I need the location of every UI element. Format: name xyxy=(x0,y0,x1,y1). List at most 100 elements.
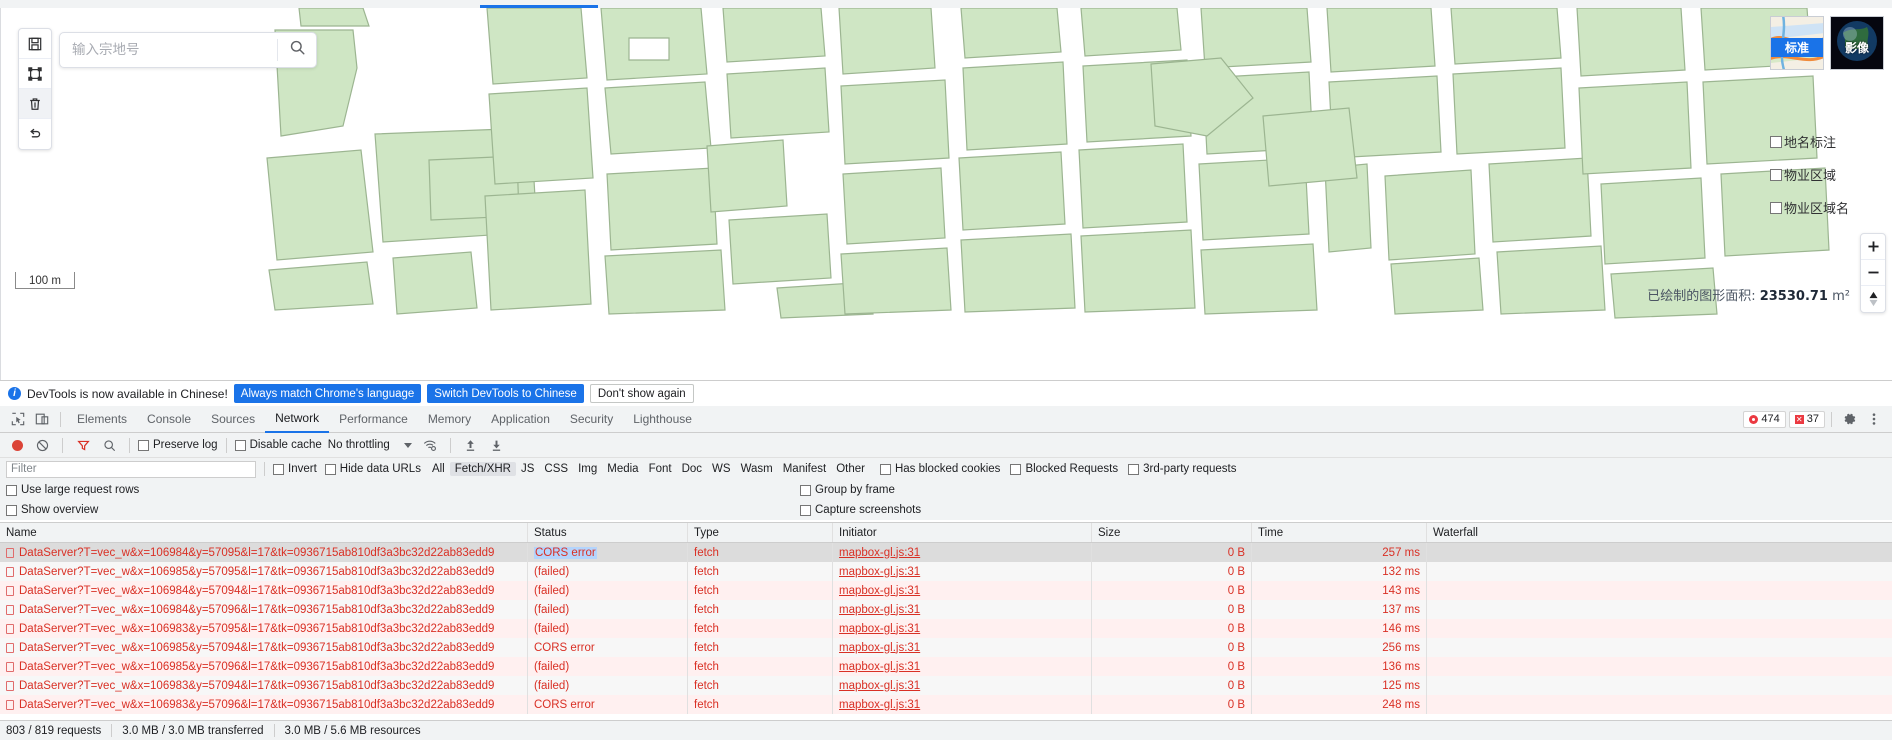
cell-name[interactable]: DataServer?T=vec_w&x=106983&y=57094&l=17… xyxy=(0,676,528,695)
filter-toggle-button[interactable] xyxy=(71,434,95,456)
tab-sources[interactable]: Sources xyxy=(201,406,265,433)
type-filter-media[interactable]: Media xyxy=(602,462,643,476)
record-button[interactable] xyxy=(6,439,28,451)
cell-name[interactable]: DataServer?T=vec_w&x=106985&y=57095&l=17… xyxy=(0,562,528,581)
devtools-tabbar[interactable]: Elements Console Sources Network Perform… xyxy=(0,406,1892,433)
map-layer-panel[interactable]: 标准 影像 地名标注 物业区域 物业区域名 xyxy=(1770,16,1884,217)
type-filter-img[interactable]: Img xyxy=(573,462,602,476)
cell-initiator-text[interactable]: mapbox-gl.js:31 xyxy=(839,585,920,597)
checkbox-box[interactable] xyxy=(138,439,149,451)
network-toolbar[interactable]: Preserve log Disable cache No throttling xyxy=(0,433,1892,458)
cell-name[interactable]: DataServer?T=vec_w&x=106983&y=57095&l=17… xyxy=(0,619,528,638)
clear-button[interactable] xyxy=(30,434,54,456)
tab-lighthouse[interactable]: Lighthouse xyxy=(623,406,702,433)
tab-console[interactable]: Console xyxy=(137,406,201,433)
checkbox-box[interactable] xyxy=(6,484,17,496)
checkbox-box[interactable] xyxy=(1770,201,1782,214)
table-header-row[interactable]: Name Status Type Initiator Size Time Wat… xyxy=(0,523,1892,543)
column-header-time[interactable]: Time xyxy=(1252,523,1427,542)
network-options-row-1[interactable]: Use large request rows Group by frame xyxy=(0,480,1892,500)
table-row[interactable]: DataServer?T=vec_w&x=106983&y=57095&l=17… xyxy=(0,619,1892,638)
zoom-out-button[interactable] xyxy=(1861,260,1885,286)
table-row[interactable]: DataServer?T=vec_w&x=106984&y=57094&l=17… xyxy=(0,581,1892,600)
layer-checkbox-property-area[interactable]: 物业区域 xyxy=(1770,165,1836,184)
tab-network[interactable]: Network xyxy=(265,406,330,433)
invert-checkbox[interactable]: Invert xyxy=(273,463,317,475)
checkbox-box[interactable] xyxy=(800,484,811,496)
search-button[interactable] xyxy=(278,33,316,67)
table-row[interactable]: DataServer?T=vec_w&x=106985&y=57096&l=17… xyxy=(0,657,1892,676)
basemap-switcher[interactable]: 标准 影像 xyxy=(1770,16,1884,70)
type-filter-css[interactable]: CSS xyxy=(539,462,573,476)
parcel-search-box[interactable] xyxy=(59,32,317,68)
export-har-button[interactable] xyxy=(485,434,509,456)
error-count-badge[interactable]: 474 xyxy=(1743,410,1786,428)
network-requests-table[interactable]: Name Status Type Initiator Size Time Wat… xyxy=(0,522,1892,720)
map-viewport[interactable]: 100 m 标准 xyxy=(0,8,1892,380)
basemap-standard[interactable]: 标准 xyxy=(1770,16,1824,70)
more-options-button[interactable] xyxy=(1862,408,1886,430)
tab-application[interactable]: Application xyxy=(481,406,560,433)
column-header-type[interactable]: Type xyxy=(688,523,833,542)
cell-name[interactable]: DataServer?T=vec_w&x=106984&y=57096&l=17… xyxy=(0,600,528,619)
layer-checkbox-group[interactable]: 地名标注 物业区域 物业区域名 xyxy=(1770,132,1884,217)
cell-initiator-text[interactable]: mapbox-gl.js:31 xyxy=(839,699,920,711)
tab-performance[interactable]: Performance xyxy=(329,406,418,433)
type-filter-ws[interactable]: WS xyxy=(707,462,736,476)
type-filter-manifest[interactable]: Manifest xyxy=(778,462,831,476)
search-toggle-button[interactable] xyxy=(97,434,121,456)
cell-initiator-text[interactable]: mapbox-gl.js:31 xyxy=(839,680,920,692)
use-large-request-rows-checkbox[interactable]: Use large request rows xyxy=(6,484,139,496)
hide-data-urls-checkbox[interactable]: Hide data URLs xyxy=(324,463,421,475)
type-filter-other[interactable]: Other xyxy=(831,462,870,476)
map-tool-rail[interactable] xyxy=(18,28,52,150)
checkbox-box[interactable] xyxy=(1770,135,1782,148)
table-row[interactable]: DataServer?T=vec_w&x=106985&y=57095&l=17… xyxy=(0,562,1892,581)
cell-name[interactable]: DataServer?T=vec_w&x=106983&y=57096&l=17… xyxy=(0,695,528,714)
inspect-element-button[interactable] xyxy=(6,408,30,430)
layer-checkbox-property-area-name[interactable]: 物业区域名 xyxy=(1770,198,1849,217)
column-header-name[interactable]: Name xyxy=(0,523,528,542)
throttling-dropdown[interactable]: No throttling xyxy=(324,439,416,451)
tab-security[interactable]: Security xyxy=(560,406,623,433)
layer-checkbox-place-labels[interactable]: 地名标注 xyxy=(1770,132,1836,151)
column-header-status[interactable]: Status xyxy=(528,523,688,542)
network-filter-row[interactable]: Invert Hide data URLs All Fetch/XHR JS C… xyxy=(0,458,1892,480)
table-body[interactable]: DataServer?T=vec_w&x=106984&y=57095&l=17… xyxy=(0,543,1892,714)
delete-tool-button[interactable] xyxy=(19,89,51,119)
type-filter-doc[interactable]: Doc xyxy=(677,462,707,476)
group-by-frame-checkbox[interactable]: Group by frame xyxy=(800,484,895,496)
cell-name[interactable]: DataServer?T=vec_w&x=106985&y=57096&l=17… xyxy=(0,657,528,676)
save-tool-button[interactable] xyxy=(19,29,51,59)
filter-input[interactable] xyxy=(6,460,256,478)
checkbox-box[interactable] xyxy=(234,439,246,451)
search-input[interactable] xyxy=(60,33,277,67)
checkbox-box[interactable] xyxy=(273,463,284,475)
settings-button[interactable] xyxy=(1838,408,1862,430)
type-filter-js[interactable]: JS xyxy=(516,462,539,476)
checkbox-box[interactable] xyxy=(324,463,336,475)
show-overview-checkbox[interactable]: Show overview xyxy=(6,504,98,516)
tab-memory[interactable]: Memory xyxy=(418,406,481,433)
cell-initiator-text[interactable]: mapbox-gl.js:31 xyxy=(839,566,920,578)
compass-button[interactable] xyxy=(1861,286,1885,312)
dont-show-again-button[interactable]: Don't show again xyxy=(589,384,694,403)
checkbox-box[interactable] xyxy=(1770,168,1782,181)
cell-initiator-text[interactable]: mapbox-gl.js:31 xyxy=(839,642,920,654)
table-row[interactable]: DataServer?T=vec_w&x=106983&y=57094&l=17… xyxy=(0,676,1892,695)
checkbox-box[interactable] xyxy=(800,504,811,516)
network-conditions-button[interactable] xyxy=(418,434,442,456)
cell-name[interactable]: DataServer?T=vec_w&x=106984&y=57095&l=17… xyxy=(0,543,528,562)
always-match-language-button[interactable]: Always match Chrome's language xyxy=(233,384,422,403)
zoom-in-button[interactable] xyxy=(1861,234,1885,260)
tab-elements[interactable]: Elements xyxy=(67,406,137,433)
cell-initiator-text[interactable]: mapbox-gl.js:31 xyxy=(839,547,920,559)
table-row[interactable]: DataServer?T=vec_w&x=106984&y=57096&l=17… xyxy=(0,600,1892,619)
cell-initiator-text[interactable]: mapbox-gl.js:31 xyxy=(839,661,920,673)
cell-name[interactable]: DataServer?T=vec_w&x=106984&y=57094&l=17… xyxy=(0,581,528,600)
undo-tool-button[interactable] xyxy=(19,119,51,149)
capture-screenshots-checkbox[interactable]: Capture screenshots xyxy=(800,504,921,516)
preserve-log-checkbox[interactable]: Preserve log xyxy=(138,439,218,451)
type-filter-fetch-xhr[interactable]: Fetch/XHR xyxy=(449,462,516,476)
type-filter-font[interactable]: Font xyxy=(644,462,677,476)
